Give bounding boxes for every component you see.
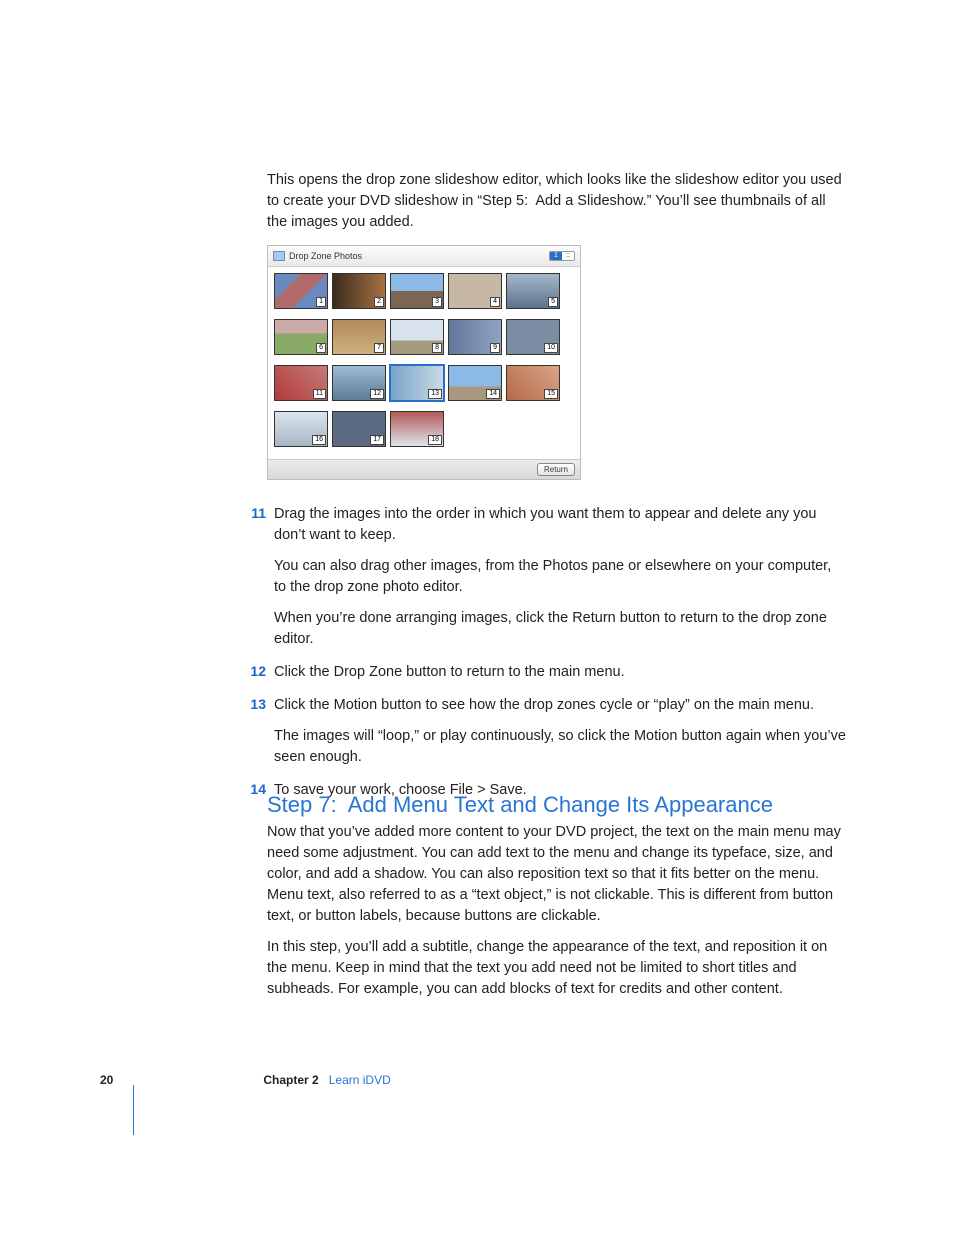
thumbnail-selected[interactable]: 13 <box>390 365 444 401</box>
step-number: 12 <box>234 662 274 683</box>
intro-paragraph: This opens the drop zone slideshow edito… <box>267 170 847 233</box>
layout-columns-1[interactable]: 1 <box>550 252 562 260</box>
step7-heading: Step 7: Add Menu Text and Change Its App… <box>267 792 847 818</box>
thumbnail-grid: 1 2 3 4 5 6 7 8 9 10 11 12 13 14 15 16 1… <box>268 267 580 459</box>
footer-rule <box>133 1085 134 1135</box>
thumbnail[interactable]: 11 <box>274 365 328 401</box>
editor-title: Drop Zone Photos <box>289 251 362 261</box>
step-text: Click the Motion button to see how the d… <box>274 695 846 716</box>
thumbnail[interactable]: 7 <box>332 319 386 355</box>
thumbnail[interactable]: 14 <box>448 365 502 401</box>
step-body: Click the Drop Zone button to return to … <box>274 662 846 683</box>
editor-footer: Return <box>268 459 580 479</box>
return-button[interactable]: Return <box>537 463 575 476</box>
step-11: 11 Drag the images into the order in whi… <box>234 504 847 650</box>
thumbnail[interactable]: 15 <box>506 365 560 401</box>
step-body: Drag the images into the order in which … <box>274 504 846 650</box>
thumbnail[interactable]: 8 <box>390 319 444 355</box>
page-footer: 20 Chapter 2 Learn iDVD <box>100 1073 391 1087</box>
drop-zone-editor-figure: Drop Zone Photos 1 :: 1 2 3 4 5 6 7 8 9 … <box>267 245 581 480</box>
thumbnail[interactable]: 16 <box>274 411 328 447</box>
editor-titlebar: Drop Zone Photos 1 :: <box>268 246 580 267</box>
step-12: 12 Click the Drop Zone button to return … <box>234 662 847 683</box>
thumbnail[interactable]: 4 <box>448 273 502 309</box>
numbered-steps: 11 Drag the images into the order in whi… <box>234 504 847 813</box>
step-text: The images will “loop,” or play continuo… <box>274 726 846 768</box>
step-text: You can also drag other images, from the… <box>274 556 846 598</box>
step-text: Drag the images into the order in which … <box>274 504 846 546</box>
step-text: Click the Drop Zone button to return to … <box>274 662 846 683</box>
thumbnail[interactable]: 10 <box>506 319 560 355</box>
thumbnail[interactable]: 9 <box>448 319 502 355</box>
thumbnail[interactable]: 5 <box>506 273 560 309</box>
thumbnail[interactable]: 1 <box>274 273 328 309</box>
chapter-label: Chapter 2 <box>263 1073 318 1087</box>
section-paragraph: Now that you’ve added more content to yo… <box>267 822 847 927</box>
thumbnail[interactable]: 3 <box>390 273 444 309</box>
thumbnail[interactable]: 12 <box>332 365 386 401</box>
thumbnail[interactable]: 17 <box>332 411 386 447</box>
thumbnail[interactable]: 18 <box>390 411 444 447</box>
step-text: When you’re done arranging images, click… <box>274 608 846 650</box>
section-paragraph: In this step, you’ll add a subtitle, cha… <box>267 937 847 1000</box>
layout-columns-grid-icon[interactable]: :: <box>562 252 574 260</box>
step-number: 13 <box>234 695 274 768</box>
page-number: 20 <box>100 1073 113 1087</box>
photo-icon <box>273 251 285 261</box>
step-number: 11 <box>234 504 274 650</box>
step-13: 13 Click the Motion button to see how th… <box>234 695 847 768</box>
chapter-title: Learn iDVD <box>329 1073 391 1087</box>
thumbnail[interactable]: 6 <box>274 319 328 355</box>
layout-toggle[interactable]: 1 :: <box>549 251 575 261</box>
step-body: Click the Motion button to see how the d… <box>274 695 846 768</box>
thumbnail[interactable]: 2 <box>332 273 386 309</box>
